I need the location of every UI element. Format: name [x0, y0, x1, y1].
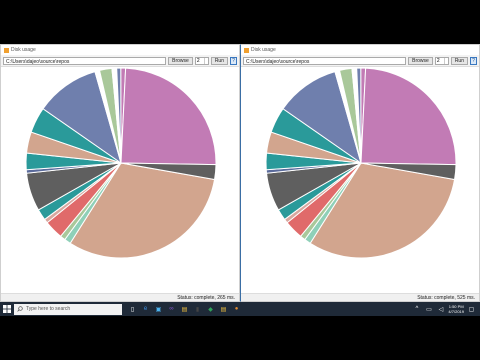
start-button[interactable] [0, 302, 14, 316]
taskbar: Type here to search ▯ e ▣ ∞ ▤ ▮ ◆ ▤ ● ^ ▭ ◁ 1:50… [0, 302, 480, 316]
help-button[interactable]: ? [470, 56, 477, 65]
edge-icon[interactable]: e [141, 305, 150, 314]
window-title: Disk usage [11, 47, 36, 53]
taskbar-search[interactable]: Type here to search [14, 303, 122, 315]
path-input[interactable]: C:\Users\dajeo\source\repos [3, 56, 167, 65]
disk-usage-window-left: Disk usage C:\Users\dajeo\source\repos B… [0, 44, 240, 302]
pinned-apps: ▯ e ▣ ∞ ▤ ▮ ◆ ▤ ● [128, 305, 241, 314]
depth-stepper[interactable]: 2 [434, 56, 449, 65]
disk-usage-window-right: Disk usage C:\Users\dajeo\source\repos B… [240, 44, 480, 302]
visual-studio-icon[interactable]: ∞ [167, 305, 176, 314]
desktop: Disk usage C:\Users\dajeo\source\repos B… [0, 44, 480, 316]
chevron-up-icon[interactable]: ^ [412, 305, 421, 314]
volume-icon[interactable]: ◁ [436, 305, 445, 314]
folder-icon[interactable]: ▤ [219, 305, 228, 314]
file-explorer-icon[interactable]: ▤ [180, 305, 189, 314]
app-icon [244, 47, 249, 53]
system-tray: ^ ▭ ◁ 1:50 PM 4/7/2019 ▢ [412, 304, 480, 314]
pie-chart [265, 67, 457, 259]
run-button[interactable]: Run [210, 56, 228, 65]
notifications-icon[interactable]: ▢ [467, 305, 476, 314]
terminal-icon[interactable]: ▮ [193, 305, 202, 314]
app-icon [4, 47, 9, 53]
browse-button[interactable]: Browse [168, 56, 193, 65]
pie-slice[interactable] [120, 67, 217, 166]
pie-chart [25, 67, 217, 259]
status-bar: Status: complete, 525 ms. [241, 293, 479, 301]
toolbar: C:\Users\dajeo\source\repos Browse 2 Run… [1, 55, 239, 67]
clock-date: 4/7/2019 [448, 309, 464, 314]
depth-stepper[interactable]: 2 [194, 56, 209, 65]
path-input[interactable]: C:\Users\dajeo\source\repos [243, 56, 407, 65]
windows-logo-icon [3, 305, 11, 313]
disk-usage-icon[interactable]: ● [232, 305, 241, 314]
run-button[interactable]: Run [450, 56, 468, 65]
store-icon[interactable]: ▣ [154, 305, 163, 314]
app-icon[interactable]: ◆ [206, 305, 215, 314]
title-bar[interactable]: Disk usage [241, 45, 479, 55]
task-view-icon[interactable]: ▯ [128, 305, 137, 314]
browse-button[interactable]: Browse [408, 56, 433, 65]
network-icon[interactable]: ▭ [424, 305, 433, 314]
clock[interactable]: 1:50 PM 4/7/2019 [448, 304, 464, 314]
pie-slice[interactable] [360, 67, 457, 166]
window-title: Disk usage [251, 47, 276, 53]
help-button[interactable]: ? [230, 56, 237, 65]
status-bar: Status: complete, 265 ms. [1, 293, 239, 301]
search-icon [17, 306, 23, 312]
toolbar: C:\Users\dajeo\source\repos Browse 2 Run… [241, 55, 479, 67]
search-placeholder: Type here to search [26, 306, 71, 312]
title-bar[interactable]: Disk usage [1, 45, 239, 55]
